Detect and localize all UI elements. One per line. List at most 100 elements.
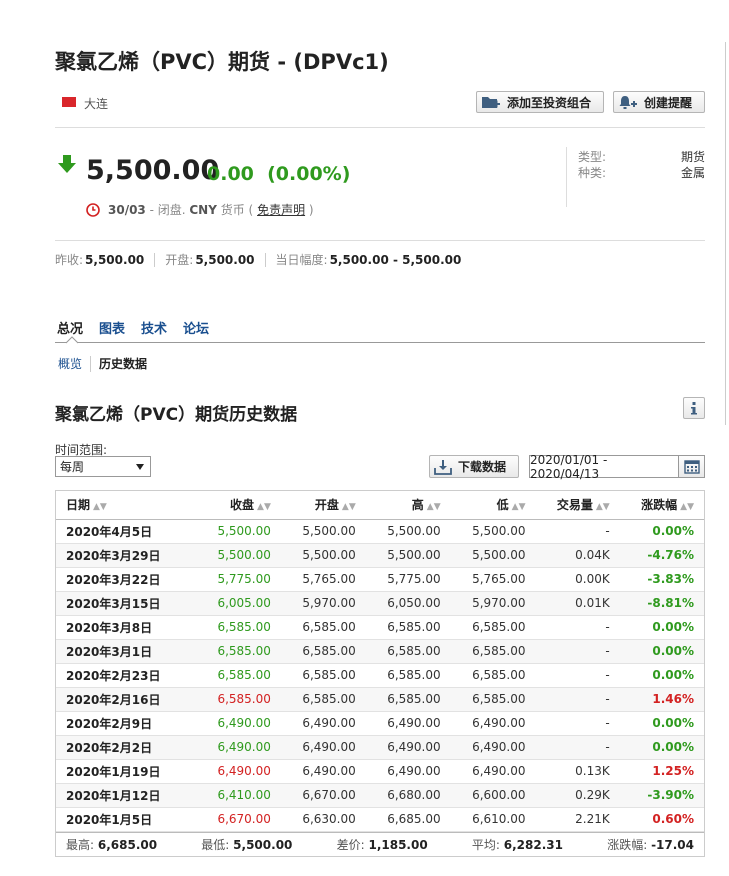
column-header-label: 涨跌幅 (641, 498, 678, 513)
cell-close: 6,585.00 (196, 639, 281, 664)
category-label: 种类: (578, 166, 607, 180)
table-summary: 最高: 6,685.00 最低: 5,500.00 差价: 1,185.00 平… (56, 831, 704, 856)
price-change-percent: (0.00%) (267, 163, 351, 185)
tab-technical[interactable]: 技术 (141, 318, 167, 337)
tab-overview[interactable]: 总况 (57, 318, 83, 337)
cell-change: -4.76% (619, 543, 704, 568)
cell-date: 2020年3月1日 (56, 639, 196, 664)
table-row: 2020年1月12日 6,410.00 6,670.00 6,680.00 6,600.… (56, 783, 704, 808)
table-row: 2020年3月29日 5,500.00 5,500.00 5,500.00 5,500.… (56, 543, 704, 568)
cell-volume: 0.04K (535, 543, 620, 568)
cell-low: 5,765.00 (450, 567, 536, 592)
subtab-historical-data[interactable]: 历史数据 (99, 355, 147, 372)
cell-high: 6,585.00 (365, 639, 451, 664)
cell-low: 6,585.00 (450, 687, 536, 712)
column-header-label: 低 (496, 498, 509, 513)
cell-close: 6,410.00 (196, 783, 281, 808)
cell-high: 6,050.00 (365, 591, 451, 616)
separator (264, 252, 266, 267)
column-header-low[interactable]: 低 ▲▼ (450, 491, 536, 520)
download-icon (434, 459, 452, 475)
cell-date: 2020年1月12日 (56, 783, 196, 808)
sort-icon: ▲▼ (341, 502, 356, 513)
column-header-high[interactable]: 高 ▲▼ (365, 491, 451, 520)
cell-volume: - (535, 519, 620, 544)
table-row: 2020年2月2日 6,490.00 6,490.00 6,490.00 6,490.0… (56, 735, 704, 760)
cell-volume: - (535, 663, 620, 688)
cell-date: 2020年4月5日 (56, 519, 196, 544)
cell-close: 6,490.00 (196, 735, 281, 760)
main-tabs: 总况 图表 技术 论坛 (57, 318, 225, 337)
cell-volume: 0.01K (535, 591, 620, 616)
cell-date: 2020年1月5日 (56, 807, 196, 832)
section-title: 聚氯乙烯（PVC）期货历史数据 (55, 405, 298, 425)
cell-close: 6,490.00 (196, 759, 281, 784)
cell-high: 5,500.00 (365, 519, 451, 544)
divider (55, 127, 705, 128)
cell-open: 5,500.00 (280, 519, 366, 544)
column-header-date[interactable]: 日期 ▲▼ (56, 491, 196, 520)
column-header-volume[interactable]: 交易量 ▲▼ (535, 491, 620, 520)
cell-high: 6,585.00 (365, 615, 451, 640)
summary-high-label: 最高: (66, 837, 95, 852)
cell-change: 1.25% (619, 759, 704, 784)
cell-change: -8.81% (619, 591, 704, 616)
create-alert-label: 创建提醒 (644, 95, 693, 110)
summary-avg-value: 6,282.31 (503, 837, 563, 852)
summary-change: 涨跌幅: -17.04 (607, 836, 694, 853)
table-row: 2020年1月5日 6,670.00 6,630.00 6,685.00 6,610.0… (56, 807, 704, 832)
column-header-change[interactable]: 涨跌幅 ▲▼ (619, 491, 704, 520)
cell-high: 5,500.00 (365, 543, 451, 568)
cell-high: 6,490.00 (365, 759, 451, 784)
market-status: 30/03 - 闭盘. CNY 货币 ( 免责声明 ) (86, 201, 314, 218)
calendar-icon (683, 459, 700, 474)
tab-forum[interactable]: 论坛 (183, 318, 209, 337)
calendar-button[interactable] (678, 455, 705, 478)
cell-open: 5,500.00 (280, 543, 366, 568)
separator (90, 355, 92, 372)
divider (55, 240, 705, 241)
summary-avg-label: 平均: (471, 837, 500, 852)
cell-open: 6,585.00 (280, 687, 366, 712)
summary-change-label: 涨跌幅: (607, 837, 648, 852)
cell-low: 6,490.00 (450, 711, 536, 736)
column-header-label: 日期 (66, 498, 91, 513)
info-button[interactable] (683, 397, 705, 419)
summary-avg: 平均: 6,282.31 (472, 836, 563, 853)
status-text: - 闭盘. (145, 203, 190, 217)
separator (154, 252, 156, 267)
column-header-close[interactable]: 收盘 ▲▼ (196, 491, 281, 520)
add-to-portfolio-button[interactable]: 添加至投资组合 (476, 91, 604, 113)
cell-open: 6,490.00 (280, 759, 366, 784)
cell-volume: - (535, 711, 620, 736)
summary-low-label: 最低: (201, 837, 230, 852)
cell-date: 2020年3月29日 (56, 543, 196, 568)
cell-low: 6,490.00 (450, 759, 536, 784)
cell-open: 6,490.00 (280, 735, 366, 760)
column-header-open[interactable]: 开盘 ▲▼ (280, 491, 366, 520)
subtab-overview[interactable]: 概览 (58, 355, 82, 372)
cell-volume: 0.00K (535, 567, 620, 592)
disclaimer-link[interactable]: 免责声明 (257, 201, 305, 218)
sort-icon: ▲▼ (257, 502, 271, 513)
cell-low: 6,585.00 (450, 663, 536, 688)
date-range-input[interactable]: 2020/01/01 - 2020/04/13 (529, 453, 679, 481)
cell-high: 6,490.00 (365, 735, 451, 760)
cell-close: 5,500.00 (196, 543, 281, 568)
cell-date: 2020年3月22日 (56, 567, 196, 592)
cell-volume: - (535, 735, 620, 760)
cell-low: 6,585.00 (450, 639, 536, 664)
open-value: 5,500.00 (195, 252, 255, 267)
interval-select[interactable]: 每周 (55, 456, 151, 477)
sub-tabs: 概览 历史数据 (58, 355, 147, 372)
download-data-label: 下载数据 (458, 460, 507, 474)
create-alert-button[interactable]: 创建提醒 (613, 91, 705, 113)
cell-low: 5,970.00 (450, 591, 536, 616)
tab-chart[interactable]: 图表 (99, 318, 125, 337)
sort-icon: ▲▼ (426, 502, 441, 513)
cell-high: 6,685.00 (365, 807, 451, 832)
open-label: 开盘: (165, 253, 194, 267)
sort-icon: ▲▼ (511, 502, 526, 513)
download-data-button[interactable]: 下载数据 (429, 455, 519, 478)
cell-change: 0.00% (619, 639, 704, 664)
